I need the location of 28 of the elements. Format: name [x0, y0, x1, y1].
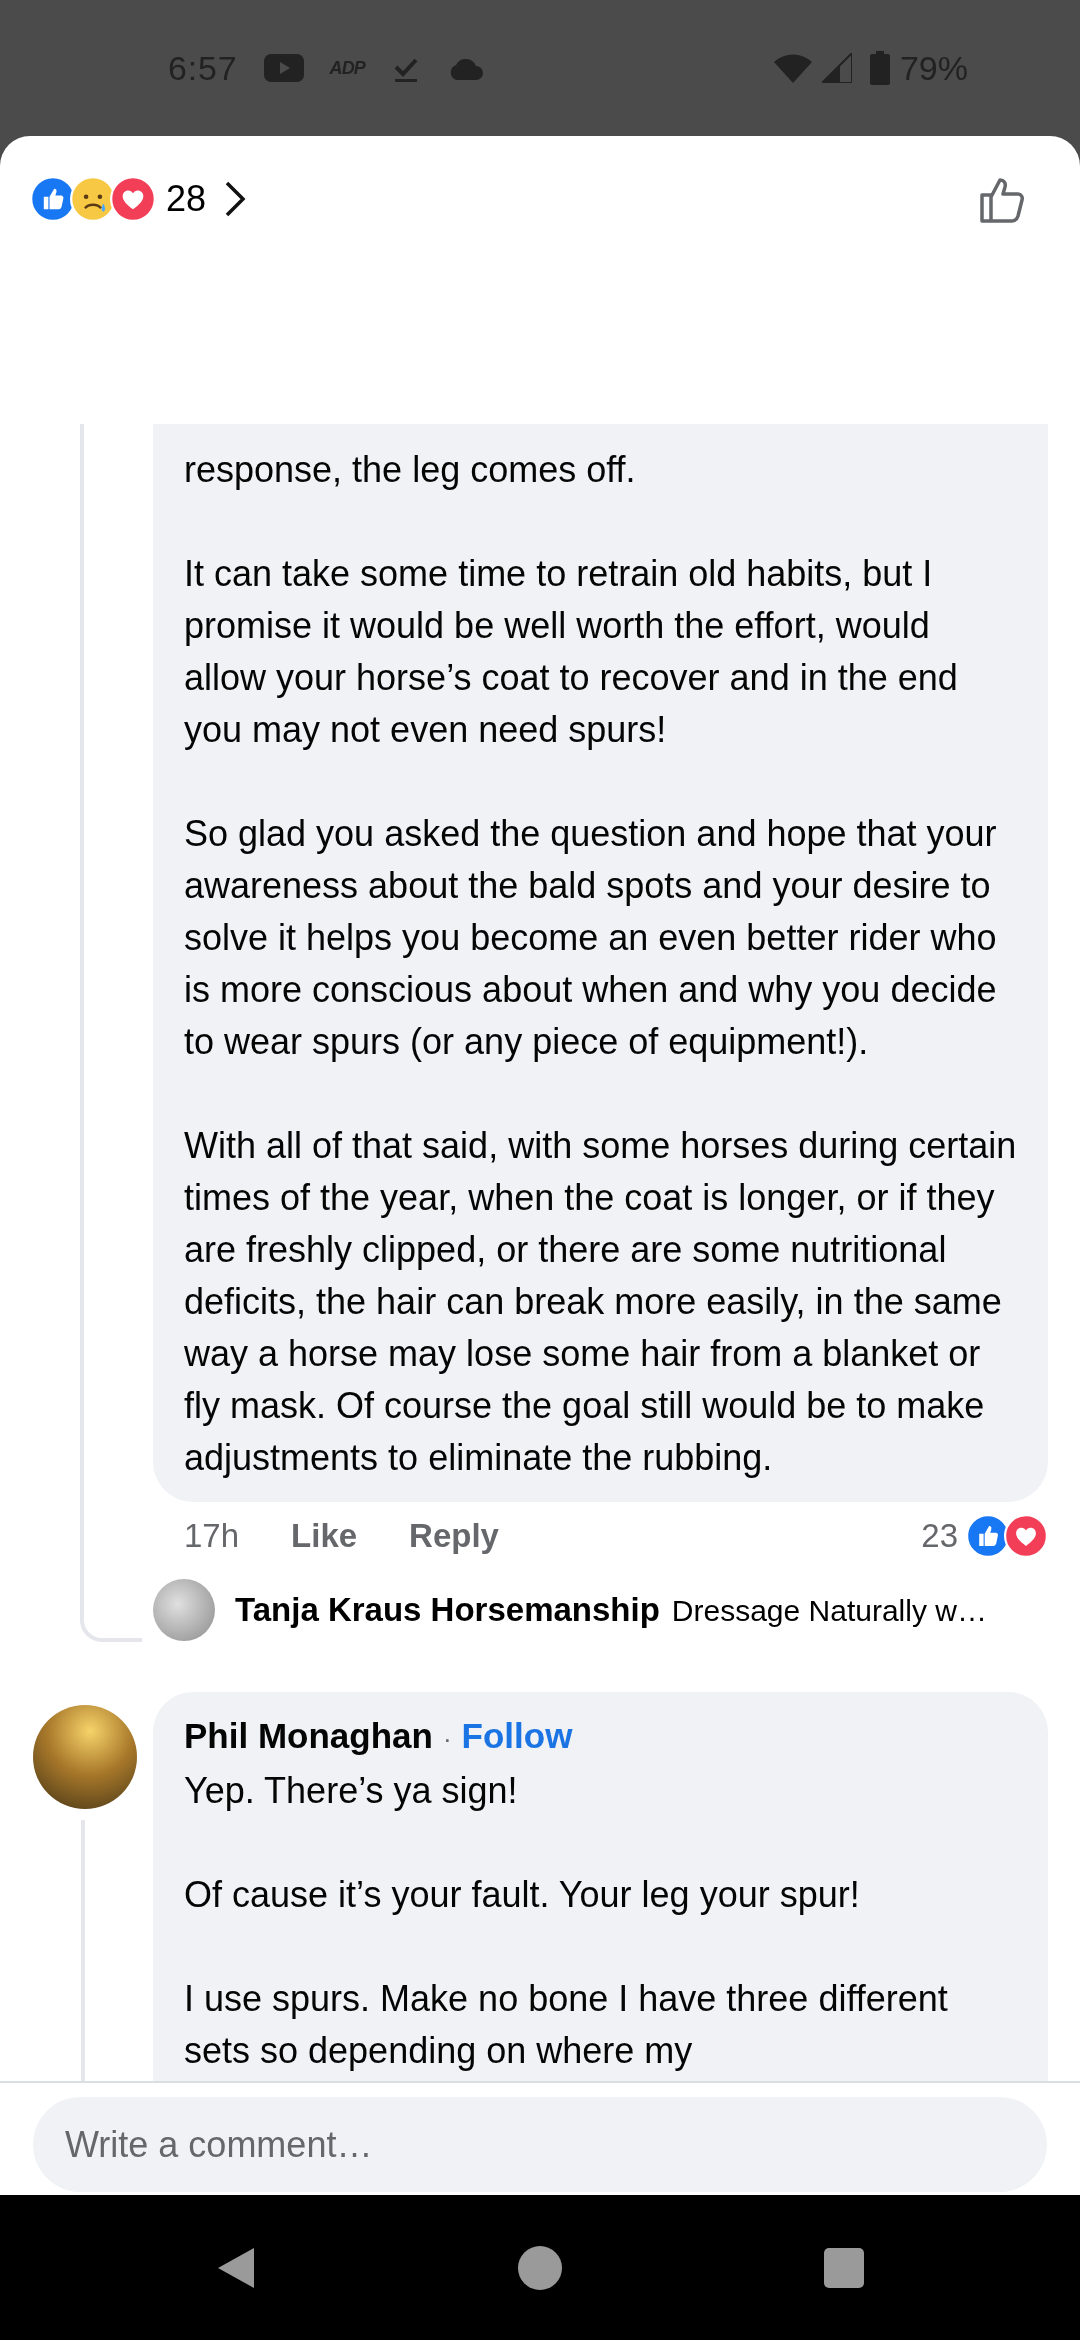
comment-text: I use spurs. Make no bone I have three different sets so depending on where my — [184, 1977, 949, 2073]
comment-time: 17h — [184, 1516, 240, 1557]
comment-action-link[interactable]: Like — [291, 1511, 358, 1561]
home-icon[interactable] — [516, 2243, 564, 2292]
comment-input-field[interactable]: Write a comment… — [33, 2097, 1047, 2192]
play-icon — [263, 54, 304, 82]
comment-text: It can take some time to retrain old habits, but I promise it would be well worth the effort, would allow your horse’s coat to recover and in the end you may not even need spurs! — [184, 552, 959, 752]
comment-text: response, the leg comes off. — [184, 448, 637, 492]
reaction-count[interactable]: 23 — [921, 1511, 958, 1561]
heart-reaction-icon — [110, 176, 156, 222]
separator-dot: · — [442, 1723, 452, 1756]
comment-text: So glad you asked the question and hope that your awareness about the bald spots and your desire to solve it helps you become an even better rider who is more conscious about when and why you decide to wear spurs (or any piece of equipment!). — [184, 812, 998, 1064]
heart-reaction-icon — [1004, 1514, 1048, 1558]
comment-text: With all of that said, with some horses during certain times of the year, when the coat is longer, or if they are freshly clipped, or there are some nutritional deficits, the hair can break more easily, in the same way a horse may lose some hair from a blanket or fly mask. Of course the goal still would be to make adjustments to eliminate the rubbing. — [184, 1124, 1017, 1480]
comment-text: Of cause it’s your fault. Your leg your spur! — [184, 1873, 861, 1917]
author-name[interactable]: Phil Monaghan — [184, 1710, 433, 1762]
chevron-right-icon[interactable] — [224, 181, 247, 217]
recents-icon[interactable] — [824, 2247, 864, 2288]
comment-text: Yep. There’s ya sign! — [184, 1769, 519, 1813]
battery-icon — [869, 51, 890, 85]
reply-snippet[interactable]: Dressage Naturally w… — [671, 1587, 987, 1633]
back-icon[interactable] — [216, 2245, 256, 2290]
wifi-icon — [773, 53, 812, 83]
follow-link[interactable]: Follow — [461, 1710, 573, 1762]
reply-author[interactable]: Tanja Kraus Horsemanship — [235, 1585, 660, 1635]
comment-action-link[interactable]: Reply — [409, 1511, 499, 1561]
reaction-count[interactable]: 28 — [166, 172, 207, 226]
signal-icon — [821, 53, 852, 83]
